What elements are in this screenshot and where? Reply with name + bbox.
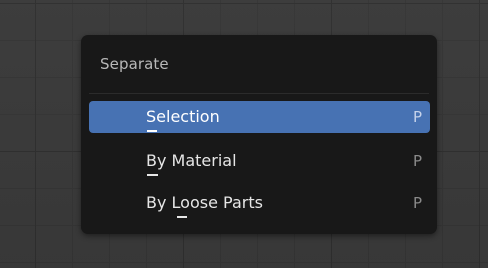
mnemonic-underline (147, 174, 158, 176)
menu-title: Separate (100, 55, 169, 73)
shortcut-label: P (412, 194, 422, 212)
separate-menu: Separate Selection P By Material P By Lo… (81, 35, 437, 234)
shortcut-label: P (412, 152, 422, 170)
menu-item-by-material[interactable]: By Material P (89, 145, 430, 177)
shortcut-label: P (412, 108, 422, 126)
menu-item-label: By Loose Parts (146, 193, 263, 212)
mnemonic-underline (147, 130, 157, 132)
mnemonic-underline (177, 216, 187, 218)
menu-item-selection[interactable]: Selection P (89, 101, 430, 133)
menu-item-by-loose-parts[interactable]: By Loose Parts P (89, 187, 430, 219)
menu-item-label: By Material (146, 151, 237, 170)
menu-divider (89, 93, 429, 94)
menu-item-label: Selection (146, 107, 220, 126)
